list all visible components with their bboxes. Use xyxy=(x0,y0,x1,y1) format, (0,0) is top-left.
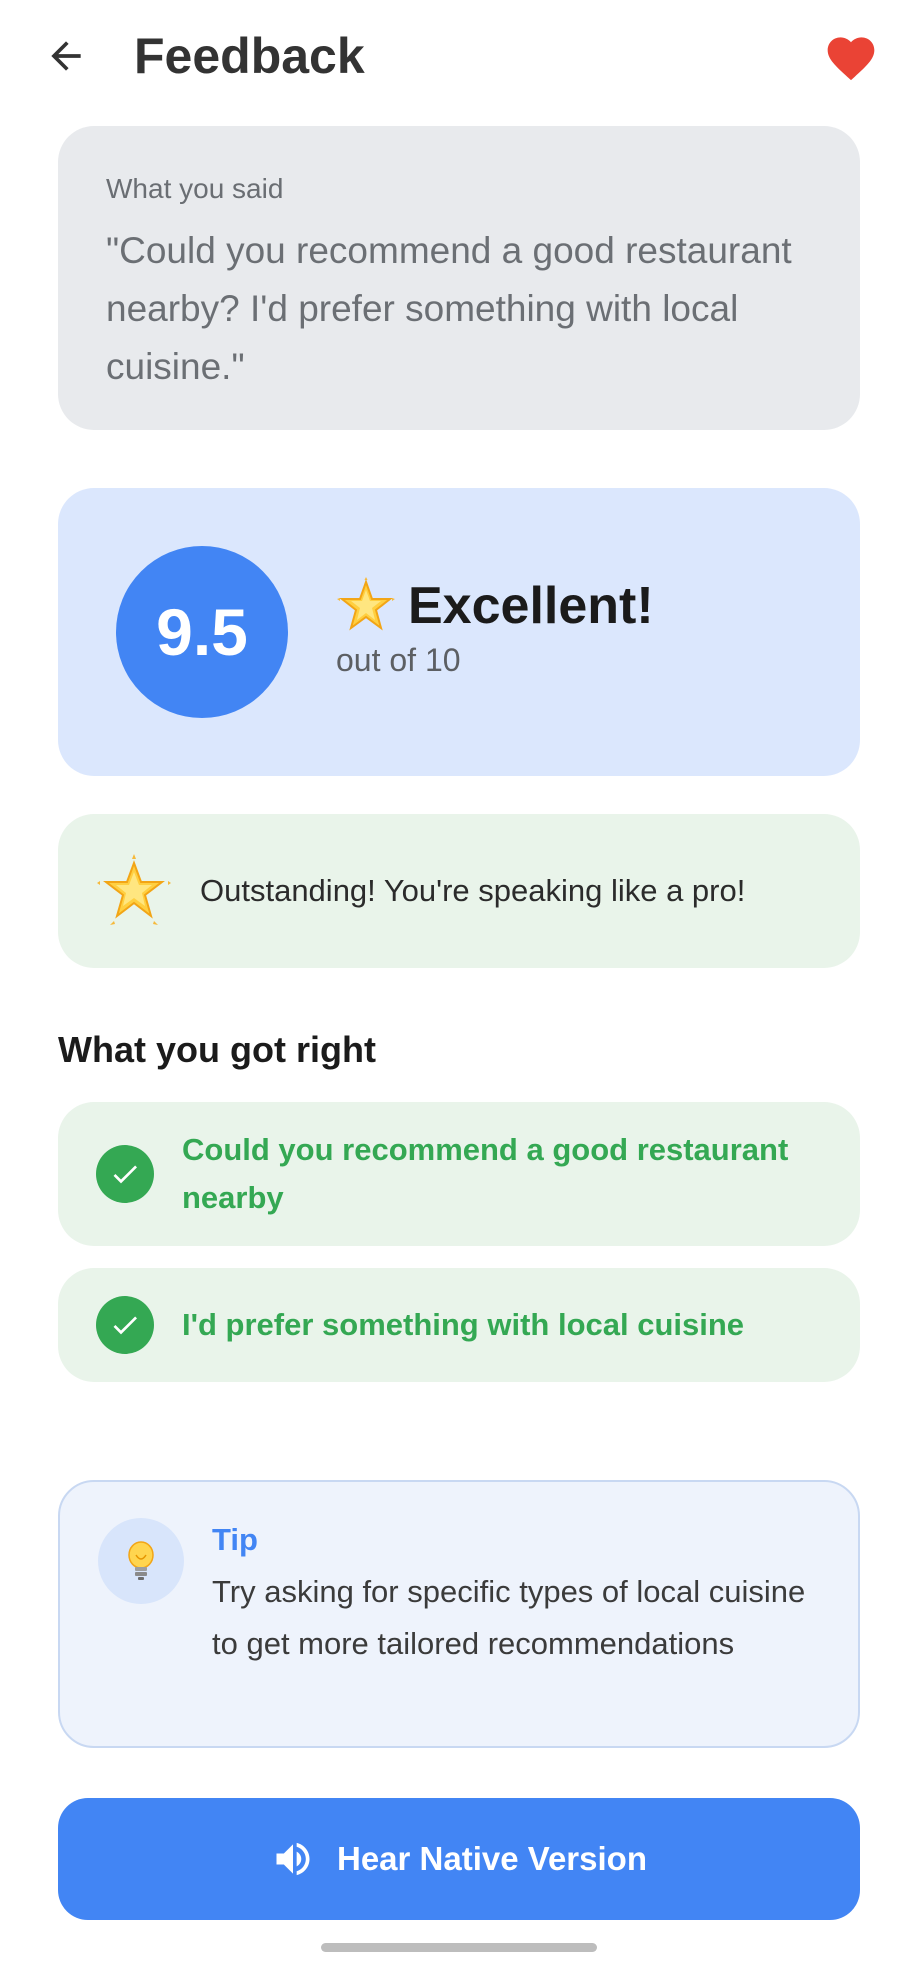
score-scale-label: out of 10 xyxy=(336,642,461,678)
page-title: Feedback xyxy=(134,28,365,84)
check-circle-icon xyxy=(96,1296,154,1354)
app-bar: Feedback xyxy=(0,0,918,112)
correct-phrase-text: I'd prefer something with local cuisine xyxy=(182,1307,745,1342)
tip-title: Tip xyxy=(212,1522,258,1557)
correct-phrase-item: Could you recommend a good restaurant ne… xyxy=(58,1102,860,1246)
tip-card: Tip Try asking for specific types of loc… xyxy=(58,1480,860,1748)
spoken-sentence: "Could you recommend a good restaurant n… xyxy=(106,230,792,387)
score-value: 9.5 xyxy=(116,546,288,718)
favorite-button[interactable] xyxy=(820,26,882,86)
score-heading: Excellent! xyxy=(336,576,654,636)
praise-text: Outstanding! You're speaking like a pro! xyxy=(200,873,746,908)
score-rating-label: Excellent! xyxy=(408,577,654,635)
hear-native-version-button[interactable]: Hear Native Version xyxy=(58,1798,860,1920)
tip-text: Try asking for specific types of local c… xyxy=(212,1574,806,1661)
glowing-star-icon xyxy=(97,854,171,925)
section-title-what-you-got-right: What you got right xyxy=(58,1029,376,1070)
check-circle-icon xyxy=(96,1145,154,1203)
back-button[interactable] xyxy=(36,26,96,86)
hear-native-version-label: Hear Native Version xyxy=(337,1840,647,1877)
correct-phrase-item: I'd prefer something with local cuisine xyxy=(58,1268,860,1382)
correct-phrase-text: Could you recommend a good restaurant ne… xyxy=(182,1132,789,1215)
score-card: 9.5 Excellent! out of 10 xyxy=(58,488,860,776)
what-you-said-label: What you said xyxy=(106,173,284,204)
heart-icon xyxy=(827,37,875,81)
home-indicator[interactable] xyxy=(321,1943,597,1952)
praise-banner: Outstanding! You're speaking like a pro! xyxy=(58,814,860,968)
glowing-star-icon xyxy=(337,577,395,631)
arrow-left-icon xyxy=(51,41,81,71)
lightbulb-icon xyxy=(98,1518,184,1604)
speaker-icon xyxy=(276,1842,310,1876)
what-you-said-card: What you said "Could you recommend a goo… xyxy=(58,126,860,430)
